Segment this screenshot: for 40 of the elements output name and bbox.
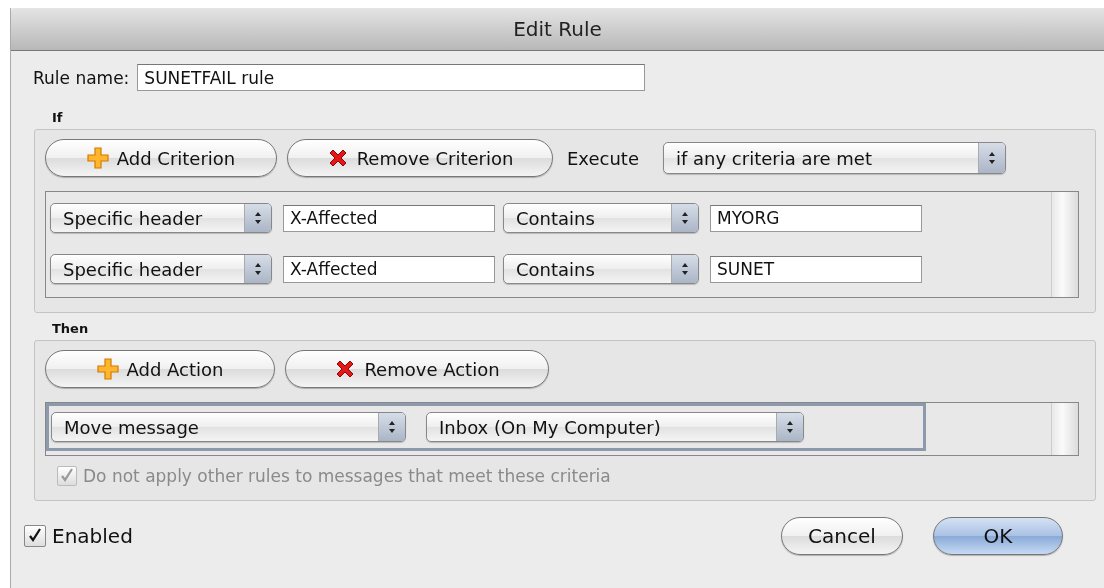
execute-label: Execute: [567, 147, 639, 169]
scrollbar[interactable]: [1051, 192, 1078, 297]
scrollbar[interactable]: [1051, 403, 1078, 455]
ok-button[interactable]: OK: [933, 517, 1063, 555]
add-button[interactable]: Add Criterion: [45, 139, 277, 177]
rule-name-field[interactable]: SUNETFAIL rule: [137, 64, 646, 91]
stepper-icon: [978, 143, 1005, 173]
folder-popup[interactable]: Inbox (On My Computer): [426, 412, 804, 442]
checkbox[interactable]: [24, 525, 46, 547]
criterion-popup[interactable]: Specific header: [50, 254, 272, 284]
stepper-icon: [244, 255, 271, 283]
action-row[interactable]: Move message Inbox (On My Computer): [46, 403, 926, 451]
enabled-label: Enabled: [52, 524, 133, 548]
stepper-icon: [671, 255, 698, 283]
value-field[interactable]: SUNET: [710, 255, 922, 283]
operator-popup[interactable]: Contains: [503, 203, 699, 233]
plus-icon: [96, 358, 119, 380]
stepper-icon: [776, 413, 803, 441]
criterion-popup[interactable]: Specific header: [50, 203, 272, 233]
plus-icon: [86, 147, 109, 169]
header-field[interactable]: X-Affected: [283, 204, 495, 232]
action-popup[interactable]: Move message: [51, 412, 406, 442]
checkmark-icon: [27, 528, 43, 544]
stepper-icon: [671, 204, 698, 232]
header-field[interactable]: X-Affected: [283, 255, 495, 283]
stepper-icon: [378, 413, 405, 441]
if-label: If: [52, 110, 64, 125]
operator-popup[interactable]: Contains: [503, 254, 699, 284]
cancel-button[interactable]: Cancel: [781, 517, 903, 555]
rule-name-label: Rule name:: [33, 67, 130, 88]
stop-rules-label: Do not apply other rules to messages that meet these criteria: [83, 466, 611, 486]
remove-button[interactable]: Remove Criterion: [287, 139, 553, 177]
value-field[interactable]: MYORG: [710, 204, 922, 232]
window-title: Edit Rule: [513, 17, 602, 41]
stepper-icon: [244, 204, 271, 232]
remove-button[interactable]: Remove Action: [285, 350, 549, 388]
then-label: Then: [52, 321, 90, 336]
checkmark-icon: [59, 468, 75, 484]
execute-popup[interactable]: if any criteria are met: [663, 142, 1006, 174]
add-button[interactable]: Add Action: [45, 350, 275, 388]
